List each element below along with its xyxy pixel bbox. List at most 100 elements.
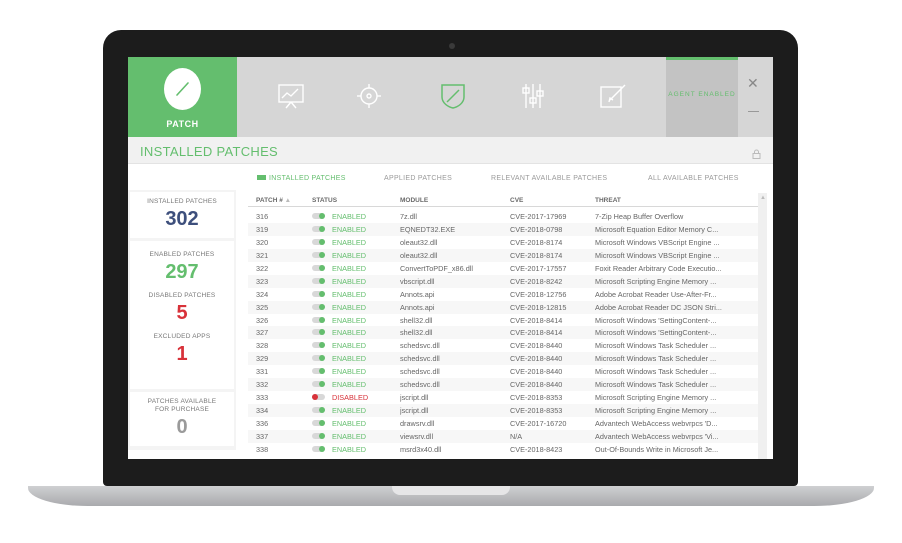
table-row[interactable]: 322 ENABLED ConvertToPDF_x86.dll CVE-2017-1… <box>248 262 763 275</box>
table-row[interactable]: 334 ENABLED jscript.dll CVE-2018-8353 Micros… <box>248 404 763 417</box>
status-toggle[interactable] <box>312 329 325 336</box>
agent-status-panel: AGENT ENABLED <box>666 57 738 137</box>
cve-cell: CVE-2018-0798 <box>510 224 563 234</box>
patch-number-cell: 338 <box>256 444 269 454</box>
threat-cell: Advantech WebAccess webvrpcs 'Vi... <box>595 431 719 441</box>
patch-number-cell: 325 <box>256 302 269 312</box>
close-icon[interactable]: ✕ <box>747 75 759 92</box>
col-threat-header[interactable]: THREAT <box>595 197 621 204</box>
stat-value: 297 <box>165 261 199 283</box>
chart-icon[interactable] <box>276 81 306 111</box>
status-toggle[interactable] <box>312 290 325 297</box>
toggle-knob <box>319 368 325 375</box>
status-cell: ENABLED <box>332 328 367 338</box>
status-toggle[interactable] <box>312 316 325 323</box>
toggle-knob <box>319 277 325 284</box>
status-toggle[interactable] <box>312 225 325 232</box>
table-row[interactable]: 319 ENABLED EQNEDT32.EXE CVE-2018-0798 Micro… <box>248 222 763 236</box>
table-row[interactable]: 320 ENABLED oleaut32.dll CVE-2018-8174 Micro… <box>248 236 763 249</box>
toggle-knob <box>319 420 325 426</box>
patch-logo-tile[interactable]: PATCH <box>128 57 237 137</box>
table-row[interactable]: 337 ENABLED viewsrv.dll N/A Advantech WebAcc… <box>248 429 763 443</box>
patch-number-cell: 326 <box>256 315 269 325</box>
table-row[interactable]: 332 ENABLED schedsvc.dll CVE-2018-8440 Micro… <box>248 378 763 392</box>
cve-cell: CVE-2018-8440 <box>510 354 563 364</box>
threat-cell: Microsoft Windows 'SettingContent-... <box>595 328 717 338</box>
status-cell: ENABLED <box>332 276 367 286</box>
tab-label: ALL AVAILABLE PATCHES <box>648 175 739 182</box>
patch-number-cell: 329 <box>256 354 269 364</box>
table-row[interactable]: 316 ENABLED 7z.dll CVE-2017-17969 7-Zip Heap… <box>248 210 763 223</box>
table-row[interactable]: 329 ENABLED schedsvc.dll CVE-2018-8440 Micro… <box>248 352 763 366</box>
stat-label: DISABLED PATCHES <box>148 292 216 299</box>
settings-icon[interactable] <box>354 81 384 111</box>
table-row[interactable]: 328 ENABLED schedsvc.dll CVE-2018-8440 Micro… <box>248 339 763 352</box>
module-cell: schedsvc.dll <box>400 354 440 364</box>
patch-number-cell: 321 <box>256 250 269 260</box>
status-toggle[interactable] <box>312 394 325 401</box>
lock-icon[interactable] <box>752 146 761 164</box>
installed-patches-card[interactable]: INSTALLED PATCHES 302 <box>130 192 234 238</box>
tab-all-available-patches[interactable]: ALL AVAILABLE PATCHES <box>648 175 739 182</box>
status-toggle[interactable] <box>312 238 325 245</box>
scroll-up-icon[interactable]: ▲ <box>760 195 766 201</box>
enabled-patches-stat[interactable]: ENABLED PATCHES 297 <box>130 251 234 282</box>
laptop-notch <box>392 486 510 495</box>
status-toggle[interactable] <box>312 342 325 349</box>
col-patch-header[interactable]: PATCH # ▲ <box>256 197 291 204</box>
threat-cell: Advantech WebAccess webvrpcs 'D... <box>595 419 718 428</box>
status-toggle[interactable] <box>312 445 325 452</box>
table-row[interactable]: 321 ENABLED oleaut32.dll CVE-2018-8174 Micro… <box>248 248 763 262</box>
disabled-patches-stat[interactable]: DISABLED PATCHES 5 <box>130 292 234 323</box>
cve-cell: CVE-2018-8414 <box>510 328 563 338</box>
table-row[interactable]: 331 ENABLED schedsvc.dll CVE-2018-8440 Micro… <box>248 365 763 378</box>
tab-installed-patches[interactable]: INSTALLED PATCHES <box>257 175 346 182</box>
table-row[interactable]: 333 DISABLED jscript.dll CVE-2018-8353 Micro… <box>248 391 763 404</box>
table-row[interactable]: 338 ENABLED msrd3x40.dll CVE-2018-8423 Out-O… <box>248 443 763 456</box>
module-cell: msrd3x40.dll <box>400 444 442 454</box>
patch-logo-icon <box>164 68 201 110</box>
status-toggle[interactable] <box>312 407 325 414</box>
table-row[interactable]: 324 ENABLED Annots.api CVE-2018-12756 Adobe … <box>248 288 763 301</box>
cve-cell: CVE-2018-8353 <box>510 406 563 416</box>
shield-icon[interactable] <box>438 81 468 111</box>
sort-asc-icon[interactable]: ▲ <box>285 197 291 204</box>
status-cell: ENABLED <box>332 237 367 247</box>
column-label: PATCH # <box>256 197 283 204</box>
toggle-knob <box>319 290 325 297</box>
table-row[interactable]: 325 ENABLED Annots.api CVE-2018-12815 Adobe … <box>248 300 763 314</box>
status-toggle[interactable] <box>312 213 325 219</box>
table-row[interactable]: 327 ENABLED shell32.dll CVE-2018-8414 Micros… <box>248 326 763 340</box>
excluded-apps-stat[interactable]: EXCLUDED APPS 1 <box>130 333 234 364</box>
status-toggle[interactable] <box>312 277 325 284</box>
stat-label: INSTALLED PATCHES <box>147 198 217 205</box>
module-cell: jscript.dll <box>400 393 429 403</box>
status-toggle[interactable] <box>312 368 325 375</box>
edit-icon[interactable] <box>598 81 628 111</box>
threat-cell: Foxit Reader Arbitrary Code Executio... <box>595 263 722 273</box>
table-row[interactable]: 326 ENABLED shell32.dll CVE-2018-8414 Micros… <box>248 314 763 327</box>
col-module-header[interactable]: MODULE <box>400 197 428 204</box>
purchase-patches-card[interactable]: PATCHES AVAILABLE FOR PURCHASE 0 <box>130 392 234 446</box>
minimize-icon[interactable] <box>748 111 759 112</box>
status-toggle[interactable] <box>312 303 325 310</box>
col-cve-header[interactable]: CVE <box>510 197 523 204</box>
status-toggle[interactable] <box>312 432 325 439</box>
status-toggle[interactable] <box>312 420 325 426</box>
toggle-knob <box>319 407 325 414</box>
status-toggle[interactable] <box>312 355 325 362</box>
table-scrollbar[interactable] <box>758 193 767 459</box>
sliders-icon[interactable] <box>518 81 548 111</box>
patch-breakdown-card: ENABLED PATCHES 297 DISABLED PATCHES 5 E… <box>130 241 234 389</box>
col-status-header[interactable]: STATUS <box>312 197 337 204</box>
toggle-knob <box>319 238 325 245</box>
table-row[interactable]: 323 ENABLED vbscript.dll CVE-2018-8242 Micro… <box>248 274 763 288</box>
status-toggle[interactable] <box>312 264 325 271</box>
table-row[interactable]: 336 ENABLED drawsrv.dll CVE-2017-16720 Advan… <box>248 417 763 430</box>
status-toggle[interactable] <box>312 381 325 388</box>
status-toggle[interactable] <box>312 251 325 258</box>
tab-applied-patches[interactable]: APPLIED PATCHES <box>384 175 452 182</box>
status-cell: ENABLED <box>332 367 367 377</box>
tab-relevant-available-patches[interactable]: RELEVANT AVAILABLE PATCHES <box>491 175 607 182</box>
patch-number-cell: 320 <box>256 237 269 247</box>
